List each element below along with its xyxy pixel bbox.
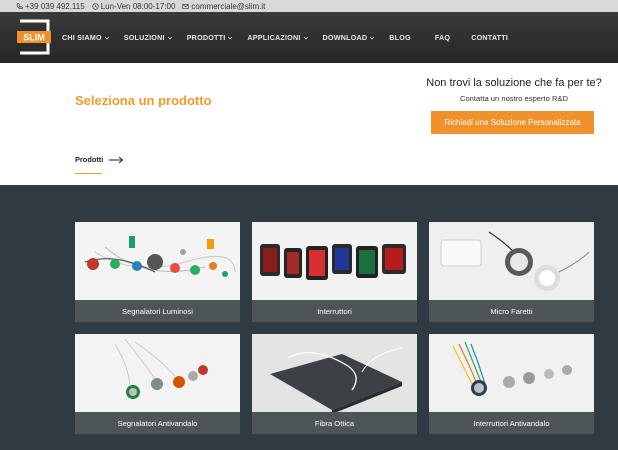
product-image-interruttori-antivandalo — [429, 334, 594, 412]
nav-item-faq[interactable]: FAQ — [435, 33, 450, 42]
chevron-down-icon — [370, 36, 375, 39]
nav-item-chi-siamo[interactable]: CHI SIAMO — [62, 33, 110, 42]
cta-subtitle: Contatta un nostro esperto R&D — [459, 94, 569, 103]
nav-item-download[interactable]: DOWNLOAD — [323, 33, 376, 42]
nav-item-label: DOWNLOAD — [322, 33, 368, 42]
email-text: commerciale@slim.it — [191, 1, 266, 11]
main-navigation: SLIM CHI SIAMO SOLUZIONI PRODOTTI APPLIC… — [0, 12, 618, 63]
nav-item-label: SOLUZIONI — [123, 33, 165, 42]
product-image-fibra-ottica — [252, 334, 417, 412]
nav-item-label: APPLICAZIONI — [247, 33, 301, 42]
nav-item-contatti[interactable]: CONTATTI — [471, 33, 508, 42]
hours-info: Lun-Ven 08:00-17:00 — [92, 1, 176, 11]
nav-item-applicazioni[interactable]: APPLICAZIONI — [247, 33, 308, 42]
product-card-interruttori[interactable]: Interruttori — [252, 222, 417, 322]
nav-item-soluzioni[interactable]: SOLUZIONI — [124, 33, 173, 42]
product-image-interruttori — [252, 222, 417, 300]
product-card-segnalatori-luminosi[interactable]: Segnalatori Luminosi — [75, 222, 240, 322]
arrow-right-icon — [109, 156, 124, 163]
nav-item-label: CHI SIAMO — [62, 33, 102, 42]
product-card-label: Segnalatori Luminosi — [75, 300, 240, 322]
slim-logo[interactable]: SLIM — [14, 17, 54, 57]
nav-item-blog[interactable]: BLOG — [389, 33, 411, 42]
hours-text: Lun-Ven 08:00-17:00 — [100, 1, 176, 11]
svg-text:SLIM: SLIM — [23, 33, 45, 43]
product-image-segnalatori-antivandalo — [75, 334, 240, 412]
nav-item-label: CONTATTI — [471, 33, 509, 42]
request-solution-button[interactable]: Richiedi una Soluzione Personalizzata — [431, 111, 594, 134]
chevron-down-icon — [104, 36, 109, 39]
chevron-down-icon — [167, 36, 172, 39]
product-card-fibra-ottica[interactable]: Fibra Ottica — [252, 334, 417, 434]
phone-contact[interactable]: +39 039 492.115 — [16, 2, 85, 11]
page-title: Seleziona un prodotto — [75, 93, 212, 108]
phone-icon — [16, 2, 23, 9]
top-info-bar: +39 039 492.115 Lun-Ven 08:00-17:00 comm… — [0, 0, 618, 12]
product-card-label: Segnalatori Antivandalo — [75, 412, 240, 434]
breadcrumb-label: Prodotti — [75, 155, 104, 164]
product-card-interruttori-antivandalo[interactable]: Interruttori Antivandalo — [429, 334, 594, 434]
cta-question: Non trovi la soluzione che fa per te? — [426, 77, 602, 89]
product-card-label: Micro Faretti — [429, 300, 594, 322]
chevron-down-icon — [303, 36, 308, 39]
email-contact[interactable]: commerciale@slim.it — [182, 2, 265, 11]
phone-text: +39 039 492.115 — [25, 1, 85, 11]
nav-item-label: BLOG — [389, 33, 411, 42]
product-card-segnalatori-antivandalo[interactable]: Segnalatori Antivandalo — [75, 334, 240, 434]
product-card-label: Interruttori Antivandalo — [429, 412, 594, 434]
envelope-icon — [182, 3, 190, 9]
product-card-micro-faretti[interactable]: Micro Faretti — [429, 222, 594, 322]
product-image-segnalatori-luminosi — [75, 222, 240, 300]
product-card-label: Interruttori — [252, 300, 417, 322]
nav-item-label: FAQ — [434, 33, 451, 42]
product-card-label: Fibra Ottica — [252, 412, 417, 434]
clock-icon — [92, 2, 99, 10]
hero-section: Seleziona un prodotto Non trovi la soluz… — [0, 63, 618, 185]
nav-menu: CHI SIAMO SOLUZIONI PRODOTTI APPLICAZION… — [62, 12, 508, 63]
nav-item-prodotti[interactable]: PRODOTTI — [187, 33, 234, 42]
chevron-down-icon — [228, 36, 233, 39]
breadcrumb[interactable]: Prodotti — [75, 155, 124, 164]
nav-item-label: PRODOTTI — [186, 33, 226, 42]
product-grid: Segnalatori Luminosi Interruttori Micro … — [0, 185, 618, 450]
product-image-micro-faretti — [429, 222, 594, 300]
breadcrumb-underline — [75, 173, 102, 174]
